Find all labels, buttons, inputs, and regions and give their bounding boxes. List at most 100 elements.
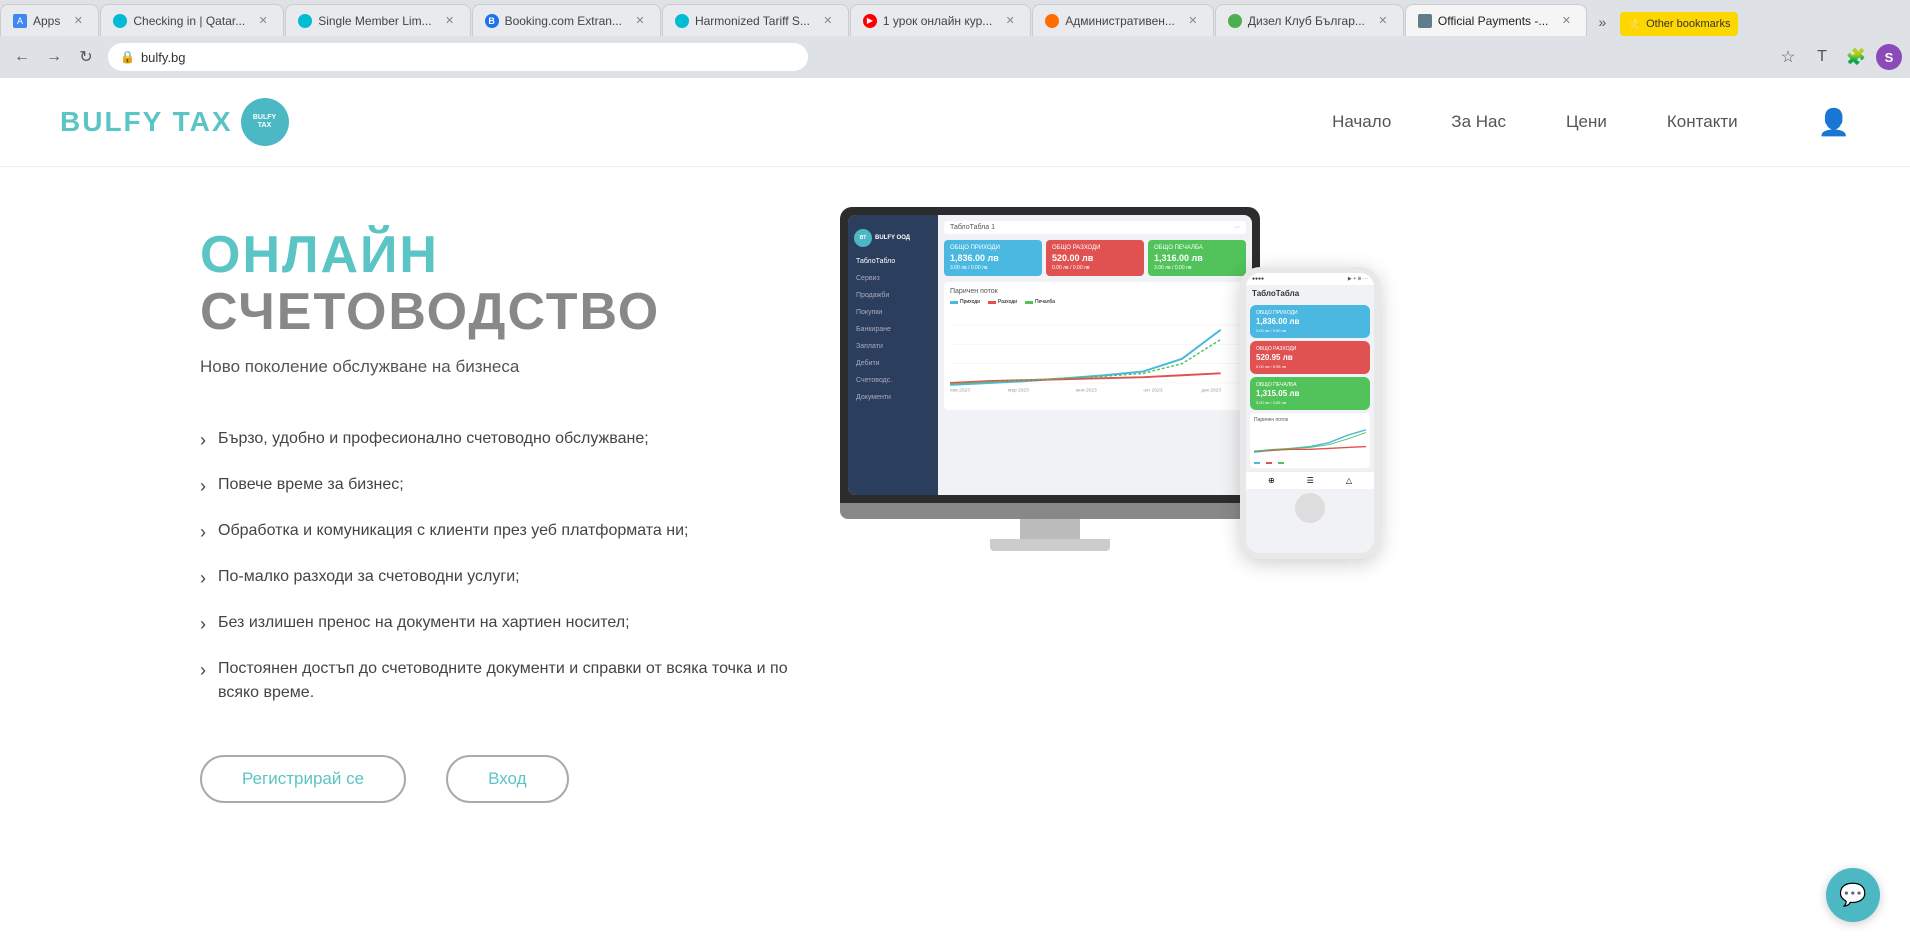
register-button[interactable]: Регистрирай се [200, 755, 406, 803]
profile-button[interactable]: S [1876, 44, 1902, 70]
monitor-card-profit: ОБЩО ПЕЧАЛБА 1,316.00 лв 3.00 лв / 0.00 … [1148, 240, 1246, 276]
monitor-chart-area: Паричен поток Приходи Разходи Печалба [944, 282, 1246, 410]
translate-button[interactable]: T [1808, 43, 1836, 71]
tab-harmonized[interactable]: Harmonized Tariff S... ✕ [662, 4, 849, 36]
tab-single-close[interactable]: ✕ [442, 13, 458, 29]
monitor-screen-inner: BT BULFY ООД ТаблоТабло Сервиз Продажби … [848, 215, 1252, 495]
user-icon[interactable]: 👤 [1818, 107, 1850, 138]
youtube-favicon: ▶ [863, 14, 877, 28]
card-profit-sub: 3.00 лв / 0.00 лв [1154, 265, 1240, 271]
monitor-bottom [840, 503, 1260, 551]
phone-icons: ▶ + ⊕ ⋯ [1348, 276, 1368, 282]
nav-contacts[interactable]: Контакти [1667, 112, 1738, 132]
monitor-topbar-actions: ⋯ [1234, 224, 1240, 231]
tab-admin[interactable]: Административен... ✕ [1032, 4, 1214, 36]
phone-card-revenue-value: 1,836.00 лв [1256, 317, 1364, 326]
chart-svg: янв 2023 мар 2023 юни 2023 окт 2023 дек … [950, 309, 1240, 399]
card-expenses-title: ОБЩО РАЗХОДИ [1052, 245, 1138, 251]
tab-checking[interactable]: Checking in | Qatar... ✕ [100, 4, 284, 36]
phone-status: ●●●● [1252, 276, 1264, 282]
phone-card-profit-title: ОБЩО ПЕЧАЛБА [1256, 382, 1364, 388]
sidebar-item-7: Счетоводс. [848, 372, 938, 389]
phone-screen: ●●●● ▶ + ⊕ ⋯ ТаблоТабла ОБЩО ПРИХОДИ 1,8… [1246, 273, 1374, 553]
logo-text-gray: BULFY [60, 106, 163, 137]
chat-icon: 💬 [1839, 882, 1866, 908]
tab-admin-close[interactable]: ✕ [1185, 13, 1201, 29]
tab-diesel-label: Дизел Клуб Българ... [1248, 14, 1365, 28]
forward-button[interactable]: → [40, 43, 68, 71]
hero-subtitle: Ново поколение обслужване на бизнеса [200, 357, 800, 377]
sidebar-item-6: Дебити [848, 355, 938, 372]
sidebar-item-4: Банкиране [848, 321, 938, 338]
more-tabs-button[interactable]: » [1588, 8, 1616, 36]
logo-text: BULFY TAX [60, 106, 233, 138]
logo-icon-text: BULFYTAX [253, 114, 276, 131]
svg-text:мар 2023: мар 2023 [1008, 388, 1029, 394]
list-item: Постоянен достъп до счетоводните докумен… [200, 657, 800, 705]
tabs-bar: A Apps ✕ Checking in | Qatar... ✕ Single… [0, 0, 1910, 36]
site-nav: Начало За Нас Цени Контакти 👤 [1332, 107, 1850, 138]
tab-checking-close[interactable]: ✕ [255, 13, 271, 29]
monitor-screen: BT BULFY ООД ТаблоТабло Сервиз Продажби … [848, 215, 1252, 495]
phone-bottom-nav: ⊕ ☰ △ [1246, 471, 1374, 489]
tab-apps[interactable]: A Apps ✕ [0, 4, 99, 36]
features-list: Бързо, удобно и професионално счетоводно… [200, 427, 800, 705]
monitor-sidebar: BT BULFY ООД ТаблоТабло Сервиз Продажби … [848, 215, 938, 495]
browser-right-icons: ☆ T 🧩 S [1774, 43, 1902, 71]
hero-image: BT BULFY ООД ТаблоТабло Сервиз Продажби … [840, 207, 1320, 543]
tab-admin-label: Административен... [1065, 14, 1175, 28]
bookmarks-button[interactable]: ⭐ Other bookmarks [1620, 12, 1738, 36]
sidebar-item-5: Заплати [848, 338, 938, 355]
tab-official[interactable]: Official Payments -... ✕ [1405, 4, 1587, 36]
tab-official-close[interactable]: ✕ [1558, 13, 1574, 29]
hero-content: ОНЛАЙН СЧЕТОВОДСТВО Ново поколение обслу… [200, 227, 800, 803]
phone-nav-icon2: ☰ [1307, 476, 1314, 485]
chat-button[interactable]: 💬 [1826, 868, 1880, 922]
phone-chart-svg [1254, 425, 1366, 455]
monitor-bezel-bottom [840, 503, 1260, 519]
tab-diesel-close[interactable]: ✕ [1375, 13, 1391, 29]
tab-harmonized-close[interactable]: ✕ [820, 13, 836, 29]
back-button[interactable]: ← [8, 43, 36, 71]
monitor-topbar: ТаблоТабла 1 ⋯ [944, 221, 1246, 234]
phone-card-expenses-value: 520.95 лв [1256, 353, 1364, 362]
bookmarks-label: Other bookmarks [1646, 18, 1730, 30]
tab-harmonized-label: Harmonized Tariff S... [695, 14, 810, 28]
tab-youtube[interactable]: ▶ 1 урок онлайн кур... ✕ [850, 4, 1031, 36]
nav-prices[interactable]: Цени [1566, 112, 1607, 132]
hero-title-word2: СЧЕТОВОДСТВО [200, 283, 660, 341]
logo-text-teal: TAX [173, 106, 233, 137]
extensions-button[interactable]: 🧩 [1842, 43, 1870, 71]
monitor-base [990, 539, 1110, 551]
nav-home[interactable]: Начало [1332, 112, 1391, 132]
card-revenue-value: 1,836.00 лв [950, 253, 1036, 263]
tab-single[interactable]: Single Member Lim... ✕ [285, 4, 470, 36]
phone-card-profit-sub: 3.00 лв / 3.05 лв [1256, 400, 1364, 405]
browser-chrome: A Apps ✕ Checking in | Qatar... ✕ Single… [0, 0, 1910, 78]
reload-button[interactable]: ↻ [72, 43, 100, 71]
chart-title: Паричен поток [950, 288, 1240, 295]
list-item: Обработка и комуникация с клиенти през у… [200, 519, 800, 543]
tab-youtube-close[interactable]: ✕ [1002, 13, 1018, 29]
phone-card-profit: ОБЩО ПЕЧАЛБА 1,315.05 лв 3.00 лв / 3.05 … [1250, 377, 1370, 410]
phone-chart-title: Паричен поток [1254, 417, 1366, 423]
single-favicon [298, 14, 312, 28]
sidebar-item-0: ТаблоТабло [848, 253, 938, 270]
tab-apps-close[interactable]: ✕ [70, 13, 86, 29]
phone-card-expenses-sub: 0.00 лв / 5.95 лв [1256, 364, 1364, 369]
address-bar[interactable]: 🔒 bulfy.bg [108, 43, 808, 71]
tab-diesel[interactable]: Дизел Клуб Българ... ✕ [1215, 4, 1404, 36]
card-expenses-value: 520.00 лв [1052, 253, 1138, 263]
chart-legend: Приходи Разходи Печалба [950, 299, 1240, 305]
nav-about[interactable]: За Нас [1451, 112, 1506, 132]
svg-text:окт 2023: окт 2023 [1143, 388, 1162, 394]
login-button[interactable]: Вход [446, 755, 568, 803]
sidebar-logo: BT BULFY ООД [848, 223, 938, 253]
phone-home-button [1295, 493, 1325, 523]
star-button[interactable]: ☆ [1774, 43, 1802, 71]
monitor-card-revenue: ОБЩО ПРИХОДИ 1,836.00 лв 3.00 лв / 0.00 … [944, 240, 1042, 276]
tab-booking-close[interactable]: ✕ [632, 13, 648, 29]
svg-text:янв 2023: янв 2023 [950, 388, 970, 394]
phone-nav-icon3: △ [1346, 476, 1352, 485]
tab-booking[interactable]: B Booking.com Extran... ✕ [472, 4, 661, 36]
